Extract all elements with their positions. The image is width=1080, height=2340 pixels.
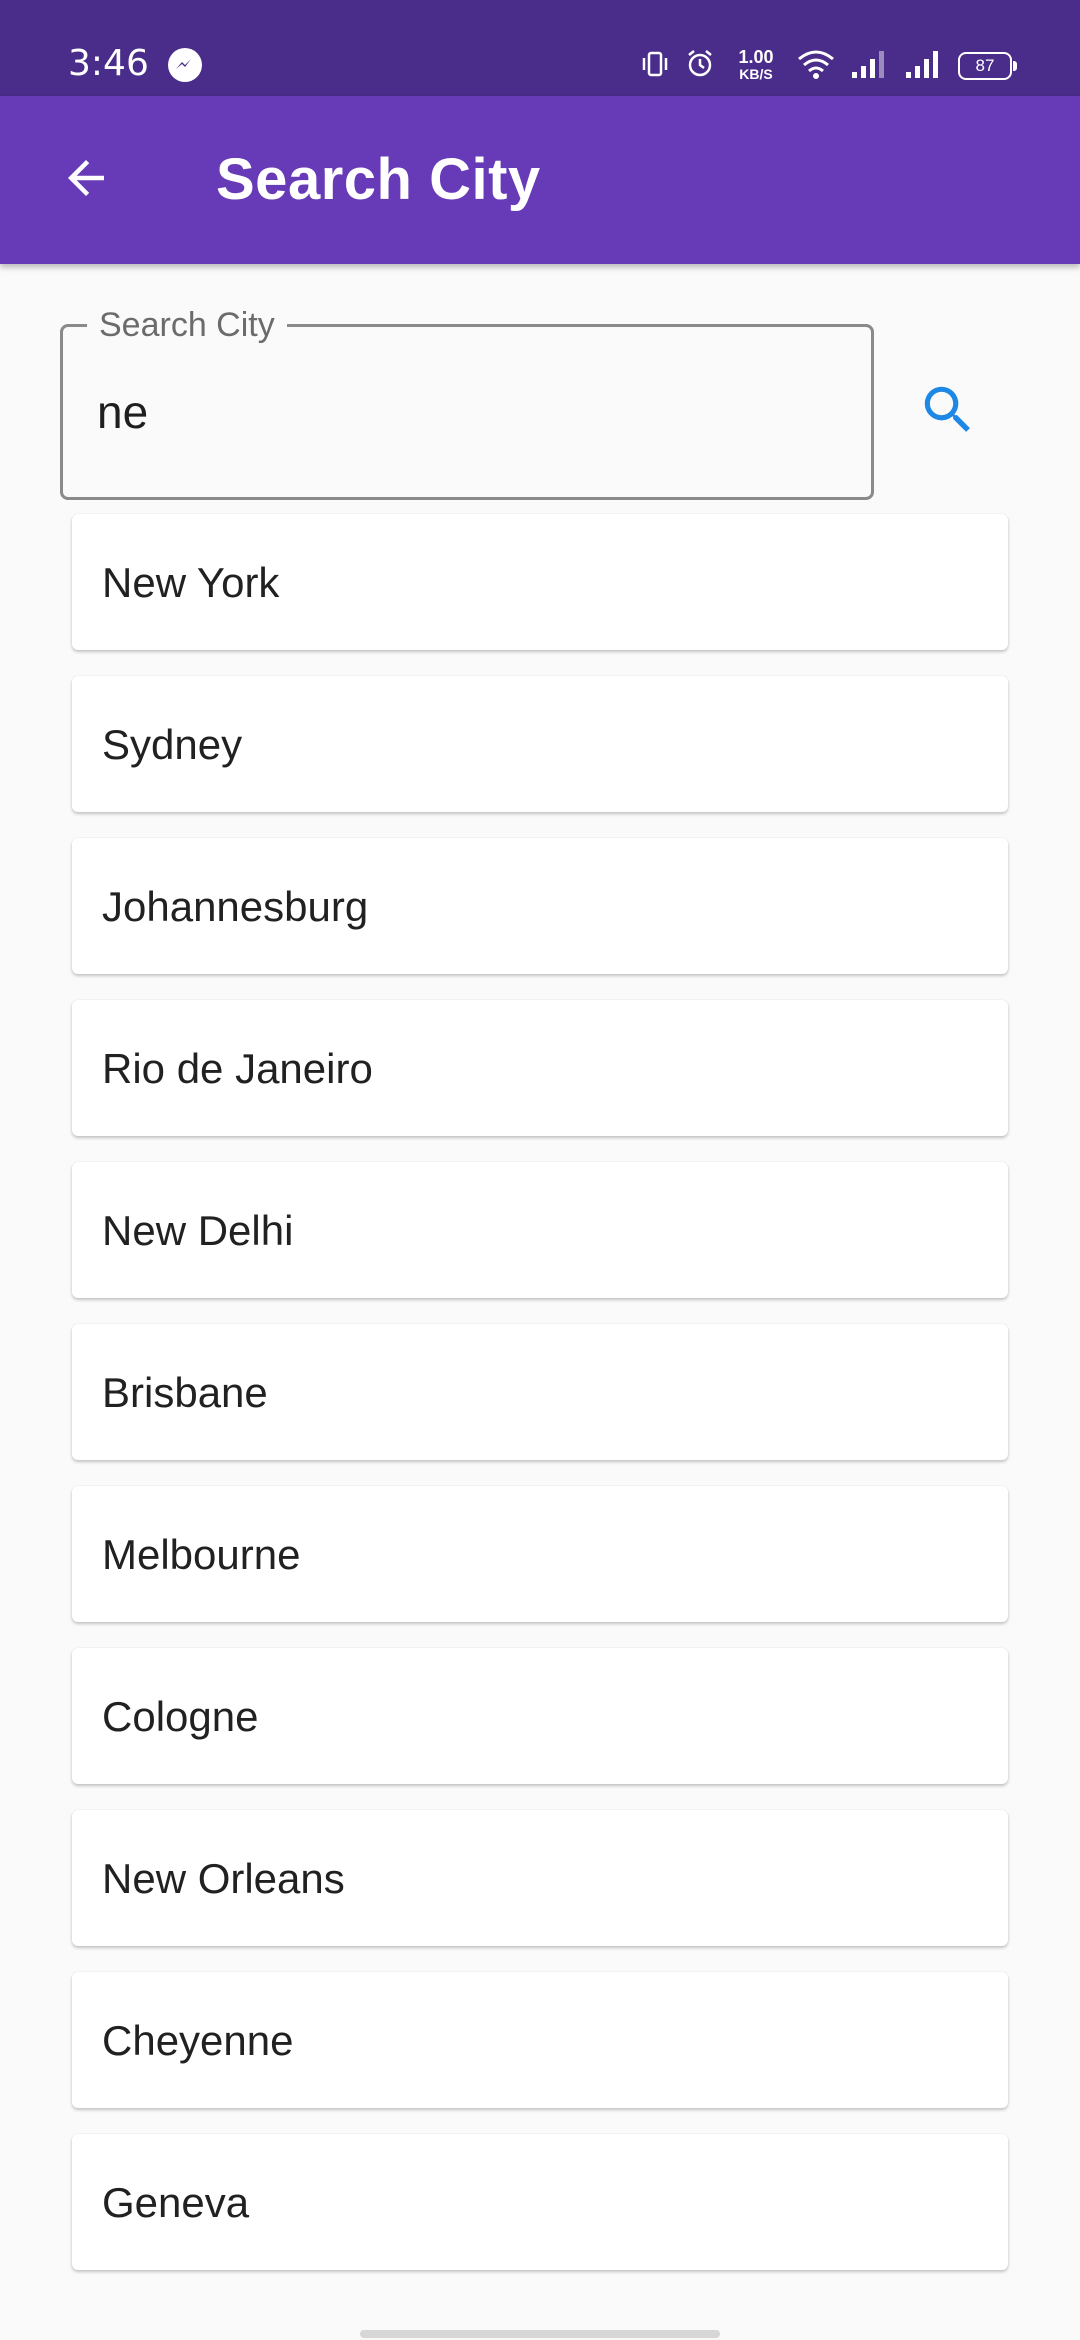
city-name: Cologne [102,1693,259,1740]
city-result-item[interactable]: Geneva [72,2134,1008,2270]
signal-icon [850,48,890,85]
city-name: Geneva [102,2179,250,2226]
city-result-item[interactable]: New Orleans [72,1810,1008,1946]
network-speed-unit: KB/S [739,66,773,82]
home-indicator[interactable] [360,2330,720,2338]
city-name: Cheyenne [102,2017,294,2064]
network-speed-value: 1.00 [738,47,774,67]
search-button[interactable] [908,372,988,452]
page-title: Search City [216,147,541,212]
city-name: Johannesburg [102,883,369,930]
arrow-back-icon [59,151,113,210]
search-field[interactable]: Search City [60,305,874,500]
city-name: New Delhi [102,1207,294,1254]
status-icons: 1.00 KB/S 87 [640,44,1017,88]
vibrate-icon [640,49,670,84]
city-name: Brisbane [102,1369,268,1416]
back-button[interactable] [50,144,122,216]
city-name: Rio de Janeiro [102,1045,373,1092]
city-result-item[interactable]: New York [72,514,1008,650]
search-icon [917,379,979,446]
city-name: Sydney [102,721,243,768]
network-speed: 1.00 KB/S [730,47,782,83]
status-bar: 3:46 1.00 KB/S 87 [0,0,1080,96]
messenger-icon [168,48,202,82]
city-name: New York [102,559,280,606]
search-input[interactable] [97,377,837,447]
search-field-label: Search City [87,305,287,345]
city-result-item[interactable]: New Delhi [72,1162,1008,1298]
battery-indicator: 87 [958,52,1017,80]
city-name: New Orleans [102,1855,345,1902]
status-time: 3:46 [68,43,149,84]
city-result-item[interactable]: Melbourne [72,1486,1008,1622]
signal-icon [904,48,944,85]
city-result-item[interactable]: Johannesburg [72,838,1008,974]
city-result-item[interactable]: Rio de Janeiro [72,1000,1008,1136]
city-result-item[interactable]: Brisbane [72,1324,1008,1460]
app-bar: Search City [0,96,1080,264]
wifi-icon [796,48,836,85]
city-result-item[interactable]: Cheyenne [72,1972,1008,2108]
city-result-item[interactable]: Cologne [72,1648,1008,1784]
city-result-item[interactable]: Sydney [72,676,1008,812]
city-name: Melbourne [102,1531,301,1578]
alarm-icon [684,48,716,85]
